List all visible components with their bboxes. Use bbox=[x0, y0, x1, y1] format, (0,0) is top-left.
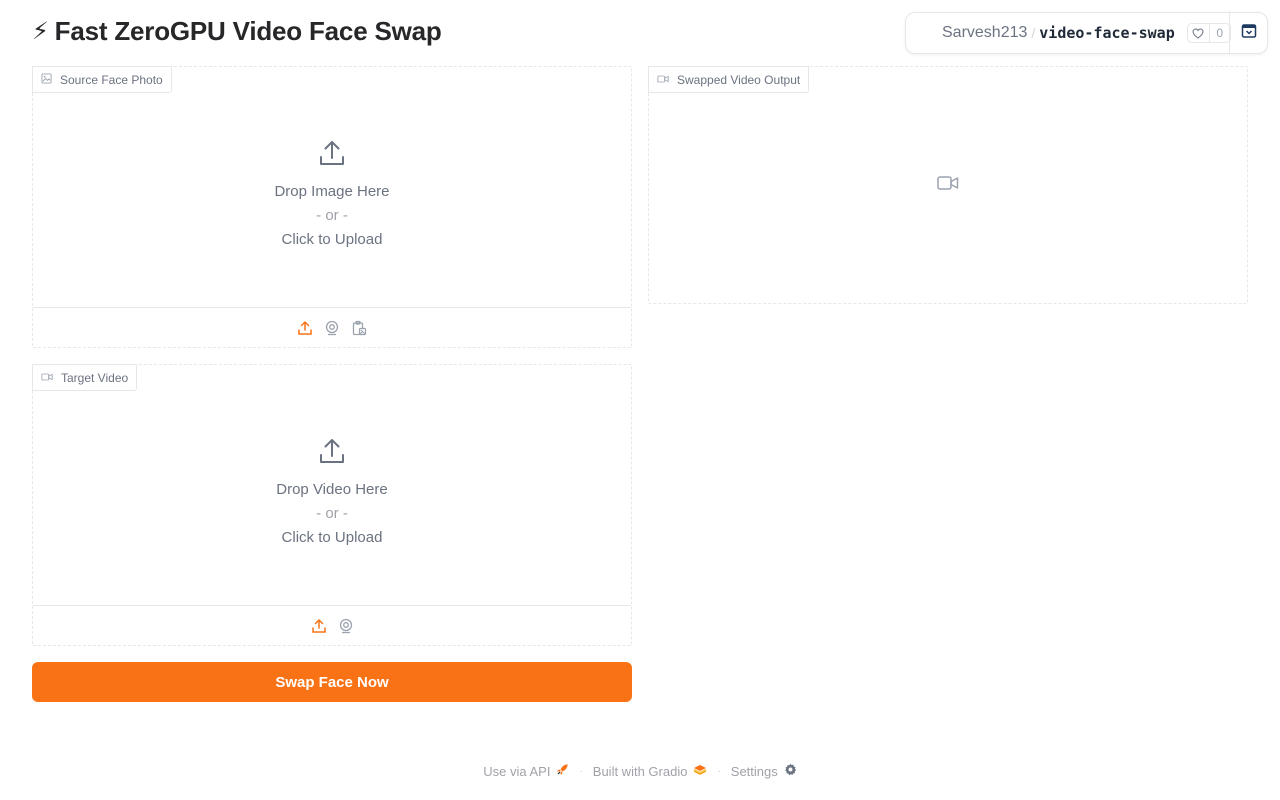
rocket-icon bbox=[556, 763, 569, 779]
upload-icon bbox=[298, 320, 312, 335]
source-face-panel: Source Face Photo Drop Image Here - or -… bbox=[32, 66, 632, 348]
footer-separator: · bbox=[579, 765, 583, 777]
swap-face-button[interactable]: Swap Face Now bbox=[32, 662, 632, 702]
output-video-label: Swapped Video Output bbox=[648, 66, 810, 93]
video-placeholder-icon bbox=[937, 175, 959, 196]
target-video-label: Target Video bbox=[32, 364, 138, 391]
image-icon bbox=[41, 72, 52, 87]
upload-source-button[interactable] bbox=[297, 319, 314, 336]
or-text: - or - bbox=[316, 505, 348, 522]
target-video-label-text: Target Video bbox=[61, 370, 129, 385]
clipboard-source-button[interactable] bbox=[351, 319, 368, 336]
footer-separator: · bbox=[717, 765, 721, 777]
webcam-video-button[interactable] bbox=[337, 617, 354, 634]
webcam-source-button[interactable] bbox=[324, 319, 341, 336]
video-dropzone[interactable]: Drop Video Here - or - Click to Upload bbox=[33, 437, 631, 550]
source-face-label-text: Source Face Photo bbox=[60, 72, 163, 87]
use-via-api-text: Use via API bbox=[483, 763, 551, 779]
settings-link[interactable]: Settings bbox=[731, 763, 797, 779]
heart-icon bbox=[1188, 24, 1210, 42]
space-repo-name[interactable]: video-face-swap bbox=[1039, 24, 1174, 42]
webcam-icon bbox=[325, 320, 339, 335]
space-owner[interactable]: Sarvesh213 bbox=[942, 24, 1027, 42]
drop-video-text: Drop Video Here bbox=[276, 481, 388, 498]
video-icon bbox=[657, 73, 669, 87]
output-video-panel: Swapped Video Output bbox=[648, 66, 1248, 304]
click-to-upload-text: Click to Upload bbox=[281, 231, 383, 248]
drop-image-text: Drop Image Here bbox=[274, 183, 390, 200]
output-video-label-text: Swapped Video Output bbox=[677, 72, 801, 87]
collapse-icon bbox=[1241, 23, 1257, 44]
use-via-api-link[interactable]: Use via API bbox=[483, 763, 569, 779]
video-source-toolbar bbox=[33, 605, 631, 645]
space-separator: / bbox=[1031, 25, 1036, 41]
image-dropzone[interactable]: Drop Image Here - or - Click to Upload bbox=[33, 139, 631, 252]
gear-icon bbox=[784, 763, 797, 779]
footer: Use via API · Built with Gradio · Settin… bbox=[0, 763, 1280, 779]
space-header-badge: Sarvesh213 / video-face-swap 0 bbox=[905, 12, 1268, 54]
target-video-panel: Target Video Drop Video Here - or - Clic… bbox=[32, 364, 632, 646]
image-source-toolbar bbox=[33, 307, 631, 347]
built-with-gradio-text: Built with Gradio bbox=[592, 763, 688, 779]
or-text: - or - bbox=[316, 207, 348, 224]
click-to-upload-text: Click to Upload bbox=[281, 529, 383, 546]
webcam-icon bbox=[339, 618, 352, 633]
source-face-label: Source Face Photo bbox=[32, 66, 172, 93]
page-title: ⚡ Fast ZeroGPU Video Face Swap bbox=[32, 16, 442, 47]
upload-icon bbox=[318, 139, 346, 172]
output-placeholder bbox=[649, 175, 1247, 196]
built-with-gradio-link[interactable]: Built with Gradio bbox=[593, 764, 708, 779]
settings-text: Settings bbox=[730, 763, 778, 779]
upload-video-button[interactable] bbox=[310, 617, 327, 634]
page-title-text: Fast ZeroGPU Video Face Swap bbox=[54, 16, 442, 46]
gradio-logo-icon bbox=[693, 764, 707, 779]
clipboard-icon bbox=[352, 320, 367, 335]
upload-icon bbox=[318, 437, 346, 470]
upload-icon bbox=[311, 618, 326, 633]
like-count: 0 bbox=[1216, 26, 1224, 40]
lightning-icon: ⚡ bbox=[32, 18, 49, 45]
collapse-header-button[interactable] bbox=[1229, 13, 1267, 53]
like-button[interactable]: 0 bbox=[1186, 23, 1231, 43]
video-icon bbox=[41, 371, 53, 385]
